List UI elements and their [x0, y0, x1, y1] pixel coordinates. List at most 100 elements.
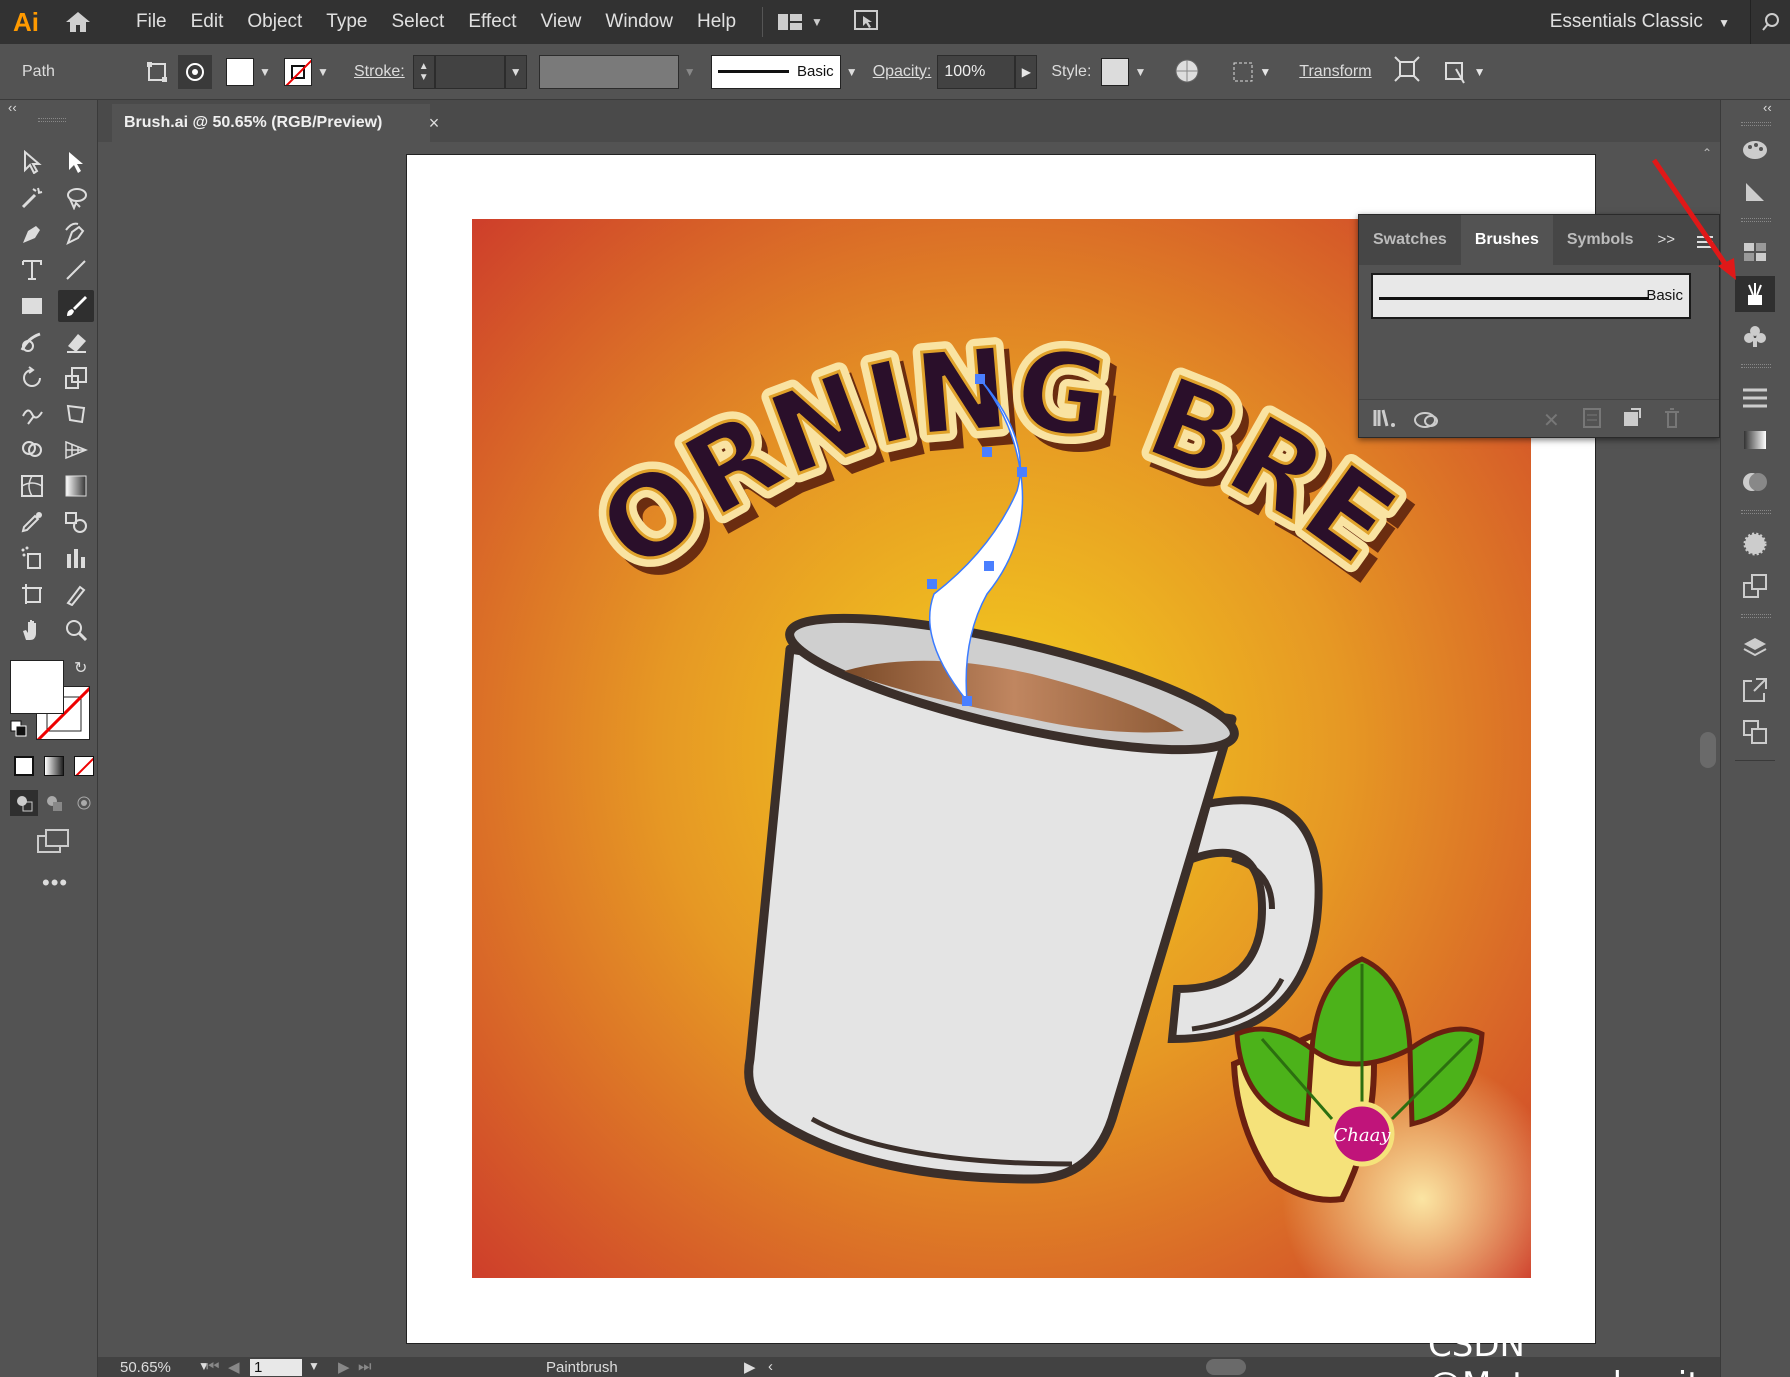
fill-swatch[interactable] [226, 57, 254, 86]
status-menu-icon[interactable]: ▶ [744, 1358, 756, 1376]
gradient-panel-icon[interactable] [1735, 422, 1775, 458]
first-artboard-icon[interactable]: ⏮ [206, 1358, 220, 1375]
blend-tool-icon[interactable] [58, 506, 94, 538]
gradient-mode-icon[interactable] [44, 756, 64, 776]
edit-toolbar-icon[interactable]: ••• [42, 870, 68, 896]
search-icon[interactable] [1750, 0, 1790, 44]
pen-tool-icon[interactable] [14, 218, 50, 250]
slice-tool-icon[interactable] [58, 578, 94, 610]
draw-normal-icon[interactable] [10, 790, 38, 816]
artboard-tool-icon[interactable] [14, 578, 50, 610]
line-segment-tool-icon[interactable] [58, 254, 94, 286]
transform-each-icon[interactable] [1393, 56, 1420, 87]
warp-tool-icon[interactable] [14, 398, 50, 430]
magic-wand-tool-icon[interactable] [14, 182, 50, 214]
screen-mode-icon[interactable] [36, 828, 70, 859]
hand-tool-icon[interactable] [14, 614, 50, 646]
brush-definition-dropdown[interactable]: ▼ [841, 55, 863, 89]
gpu-performance-icon[interactable] [853, 8, 879, 37]
menu-file[interactable]: File [124, 0, 179, 44]
recolor-artwork-icon[interactable] [1173, 57, 1203, 87]
style-swatch[interactable] [1101, 57, 1130, 86]
stroke-dropdown[interactable]: ▼ [312, 55, 334, 89]
rotate-tool-icon[interactable] [14, 362, 50, 394]
tab-swatches[interactable]: Swatches [1359, 215, 1461, 265]
transparency-panel-icon[interactable] [1735, 464, 1775, 500]
lasso-tool-icon[interactable] [58, 182, 94, 214]
opacity-label[interactable]: Opacity: [873, 63, 932, 81]
artboard-number[interactable]: 1 [250, 1359, 303, 1376]
menu-type[interactable]: Type [314, 0, 379, 44]
delete-brush-icon[interactable] [1663, 408, 1681, 433]
zoom-level[interactable]: 50.65% [120, 1359, 171, 1376]
menu-help[interactable]: Help [685, 0, 748, 44]
next-artboard-icon[interactable]: ▶ [338, 1358, 350, 1376]
new-brush-icon[interactable] [1623, 408, 1641, 433]
scroll-left-icon[interactable]: ‹ [768, 1358, 773, 1375]
appearance-panel-icon[interactable] [1735, 526, 1775, 562]
artboards-panel-icon[interactable] [1735, 714, 1775, 750]
brush-options-icon[interactable] [1583, 408, 1601, 433]
brush-libraries-icon[interactable] [1373, 408, 1397, 433]
isolate-icon[interactable] [140, 55, 174, 89]
horizontal-scroll-thumb[interactable] [1206, 1359, 1246, 1375]
column-graph-tool-icon[interactable] [58, 542, 94, 574]
none-mode-icon[interactable] [74, 756, 94, 776]
fill-color-box-front[interactable] [10, 660, 64, 714]
menu-window[interactable]: Window [593, 0, 685, 44]
gradient-tool-icon[interactable] [58, 470, 94, 502]
color-mode-icon[interactable] [14, 756, 34, 776]
zoom-tool-icon[interactable] [58, 614, 94, 646]
recolor-icon[interactable] [178, 54, 212, 89]
swap-fill-stroke-icon[interactable]: ↻ [74, 658, 87, 678]
last-artboard-icon[interactable]: ⏭ [358, 1358, 372, 1375]
opacity-field[interactable]: 100% [937, 54, 1016, 89]
symbol-sprayer-tool-icon[interactable] [14, 542, 50, 574]
remove-brush-stroke-icon[interactable]: ✕ [1543, 408, 1560, 433]
stroke-weight-field[interactable] [434, 54, 505, 89]
close-document-icon[interactable]: × [416, 104, 452, 142]
variable-width-profile[interactable] [538, 54, 679, 89]
perspective-grid-tool-icon[interactable] [58, 434, 94, 466]
panel-grip[interactable] [38, 118, 66, 122]
scale-tool-icon[interactable] [58, 362, 94, 394]
cc-libraries-icon[interactable] [1413, 408, 1439, 433]
prev-artboard-icon[interactable]: ◀ [228, 1358, 240, 1376]
collapse-panel-icon[interactable]: ‹‹ [8, 100, 17, 115]
curvature-tool-icon[interactable] [58, 218, 94, 250]
profile-dropdown[interactable]: ▼ [679, 55, 701, 89]
artboard-dropdown[interactable]: ▼ [308, 1359, 320, 1373]
vertical-scroll-thumb[interactable] [1700, 732, 1716, 768]
eraser-tool-icon[interactable] [58, 326, 94, 358]
arrange-documents-icon[interactable]: ▼ [777, 12, 823, 32]
default-fill-stroke-icon[interactable] [10, 720, 28, 738]
type-tool-icon[interactable] [14, 254, 50, 286]
collapse-dock-icon[interactable]: ‹‹ [1763, 100, 1772, 115]
puppet-warp-icon[interactable]: ▼ [1442, 59, 1485, 85]
draw-behind-icon[interactable] [40, 790, 68, 816]
selection-tool-icon[interactable] [14, 146, 50, 178]
rectangle-tool-icon[interactable] [14, 290, 50, 322]
eyedropper-tool-icon[interactable] [14, 506, 50, 538]
workspace-switcher[interactable]: Essentials Classic ▼ [1550, 0, 1730, 44]
opacity-arrow-icon[interactable]: ▶ [1015, 54, 1038, 89]
shaper-tool-icon[interactable] [14, 326, 50, 358]
stroke-label[interactable]: Stroke: [354, 63, 405, 81]
graphic-styles-icon[interactable] [1735, 568, 1775, 604]
tab-brushes[interactable]: Brushes [1460, 215, 1553, 265]
align-icon[interactable]: ▼ [1231, 60, 1271, 84]
home-icon[interactable] [52, 0, 104, 44]
menu-effect[interactable]: Effect [456, 0, 528, 44]
menu-object[interactable]: Object [235, 0, 314, 44]
mesh-tool-icon[interactable] [14, 470, 50, 502]
symbols-panel-icon[interactable] [1735, 318, 1775, 354]
free-transform-tool-icon[interactable] [58, 398, 94, 430]
draw-inside-icon[interactable] [70, 790, 98, 816]
layers-panel-icon[interactable] [1735, 630, 1775, 666]
style-dropdown[interactable]: ▼ [1129, 55, 1151, 89]
document-tab[interactable]: Brush.ai @ 50.65% (RGB/Preview) [112, 104, 430, 142]
direct-selection-tool-icon[interactable] [58, 146, 94, 178]
tab-symbols[interactable]: Symbols [1553, 215, 1648, 265]
stroke-panel-icon[interactable] [1735, 380, 1775, 416]
stroke-weight-stepper[interactable]: ▲ ▼ [412, 54, 435, 89]
